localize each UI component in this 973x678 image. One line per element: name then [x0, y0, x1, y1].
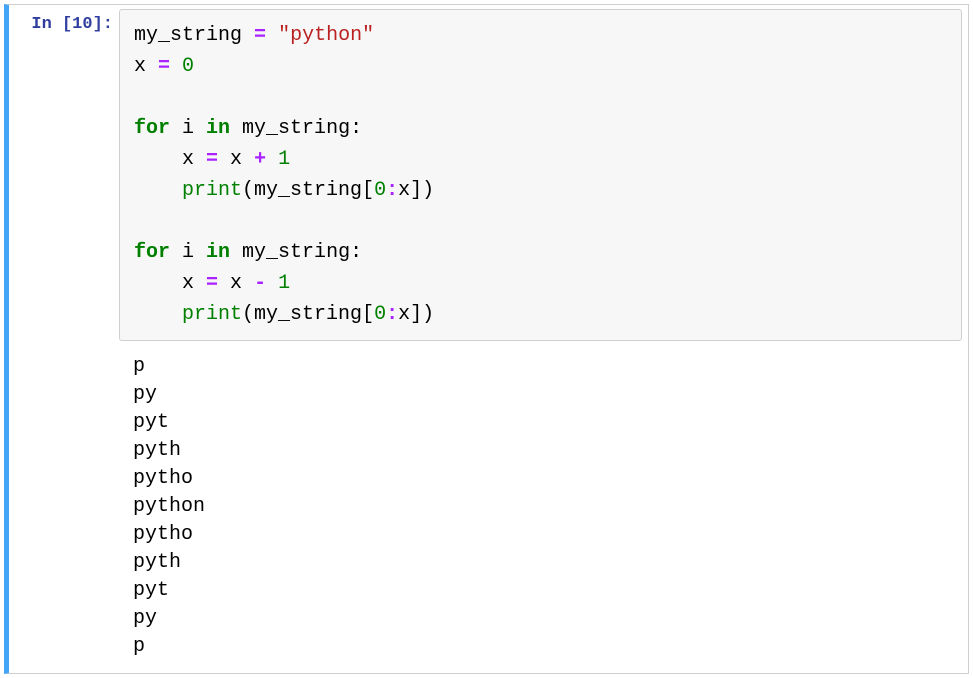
output-line: p: [133, 635, 145, 658]
cell-body: my_string = "python" x = 0 for i in my_s…: [119, 5, 968, 673]
code-output: p py pyt pyth pytho python pytho pyth py…: [119, 349, 962, 665]
string-literal: "python": [278, 24, 374, 47]
code-token: [266, 272, 278, 295]
output-line: pyth: [133, 551, 181, 574]
plus-op: +: [254, 148, 266, 171]
keyword-in: in: [206, 117, 230, 140]
builtin-print: print: [182, 179, 242, 202]
output-line: pytho: [133, 467, 193, 490]
code-token: (my_string[: [242, 179, 374, 202]
code-token: i: [170, 241, 206, 264]
slice-op: :: [386, 179, 398, 202]
output-line: pyt: [133, 411, 169, 434]
output-line: python: [133, 495, 205, 518]
code-token: my_string: [134, 24, 254, 47]
prompt-label: In [10]:: [31, 15, 113, 34]
number-literal: 0: [182, 55, 194, 78]
code-token: x: [218, 272, 254, 295]
number-literal: 1: [278, 148, 290, 171]
code-token: x: [398, 303, 410, 326]
code-token: [266, 148, 278, 171]
keyword-for: for: [134, 117, 170, 140]
output-line: py: [133, 607, 157, 630]
code-token: x: [134, 55, 158, 78]
keyword-in: in: [206, 241, 230, 264]
code-input[interactable]: my_string = "python" x = 0 for i in my_s…: [119, 9, 962, 341]
code-token: i: [170, 117, 206, 140]
output-line: py: [133, 383, 157, 406]
code-token: my_string:: [230, 241, 362, 264]
builtin-print: print: [182, 303, 242, 326]
slice-op: :: [386, 303, 398, 326]
indent: [134, 303, 182, 326]
indent: [134, 272, 182, 295]
indent: [134, 148, 182, 171]
number-literal: 1: [278, 272, 290, 295]
output-line: pytho: [133, 523, 193, 546]
code-token: [266, 24, 278, 47]
indent: [134, 179, 182, 202]
code-token: (my_string[: [242, 303, 374, 326]
notebook-cell: In [10]: my_string = "python" x = 0 for …: [4, 4, 969, 674]
assign-op: =: [158, 55, 170, 78]
number-literal: 0: [374, 179, 386, 202]
assign-op: =: [206, 272, 218, 295]
assign-op: =: [206, 148, 218, 171]
code-token: x: [218, 148, 254, 171]
output-line: p: [133, 355, 145, 378]
assign-op: =: [254, 24, 266, 47]
code-token: ]): [410, 303, 434, 326]
output-line: pyth: [133, 439, 181, 462]
code-token: x: [182, 148, 206, 171]
keyword-for: for: [134, 241, 170, 264]
minus-op: -: [254, 272, 266, 295]
code-token: x: [182, 272, 206, 295]
number-literal: 0: [374, 303, 386, 326]
code-token: ]): [410, 179, 434, 202]
code-token: x: [398, 179, 410, 202]
input-prompt: In [10]:: [9, 5, 119, 673]
code-token: [170, 55, 182, 78]
output-line: pyt: [133, 579, 169, 602]
code-token: my_string:: [230, 117, 362, 140]
